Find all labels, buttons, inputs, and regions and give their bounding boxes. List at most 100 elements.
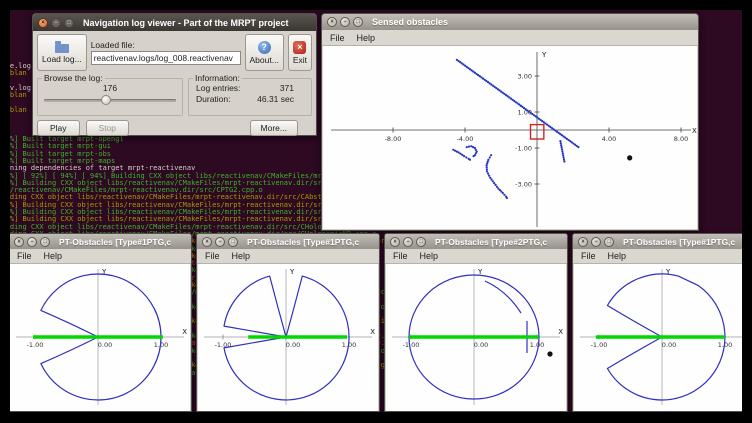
pt-plot-canvas: -1.000.001.00XY: [574, 264, 752, 410]
minimize-icon[interactable]: −: [51, 18, 61, 28]
obstacle-point: [627, 155, 632, 160]
minimize-icon[interactable]: −: [591, 237, 601, 247]
minimize-icon[interactable]: −: [27, 237, 37, 247]
pt-menubar: FileHelp: [197, 249, 379, 264]
svg-text:0.00: 0.00: [474, 341, 488, 349]
minimize-icon[interactable]: −: [340, 17, 350, 27]
letterbox-top: [0, 0, 752, 10]
svg-text:-1.00: -1.00: [515, 145, 532, 153]
window-title: PT-Obstacles [Type#1PTG,c: [623, 237, 735, 247]
svg-text:Y: Y: [289, 268, 295, 276]
svg-text:3.00: 3.00: [518, 73, 532, 81]
sensed-plot-area: -8.00-4.004.008.003.001.00-1.00-3.00XY: [323, 46, 697, 229]
svg-text:X: X: [692, 127, 697, 135]
browse-log-legend: Browse the log:: [42, 73, 105, 83]
exit-button[interactable]: × Exit: [288, 34, 312, 71]
folder-icon: [55, 44, 69, 53]
pt-menubar: FileHelp: [9, 249, 191, 264]
menu-file[interactable]: File: [200, 251, 225, 261]
pt-menubar: FileHelp: [573, 249, 752, 264]
information-legend: Information:: [193, 73, 242, 83]
maximize-icon[interactable]: □: [228, 237, 238, 247]
pt-obstacles-window: × − □ PT-Obstacles [Type#1PTG,c FileHelp…: [196, 233, 380, 412]
pt-obstacles-window: × − □ PT-Obstacles [Type#2PTG,c FileHelp…: [384, 233, 568, 412]
maximize-icon[interactable]: □: [416, 237, 426, 247]
pt-plot-area: -1.000.001.00XY: [10, 264, 190, 411]
pt-obstacles-row: × − □ PT-Obstacles [Type#1PTG,c FileHelp…: [0, 233, 752, 412]
menu-file[interactable]: File: [576, 251, 601, 261]
svg-text:-1.00: -1.00: [591, 341, 608, 349]
menu-help[interactable]: Help: [227, 251, 256, 261]
window-title: Navigation log viewer - Part of the MRPT…: [83, 18, 289, 28]
svg-text:1.00: 1.00: [530, 341, 544, 349]
minimize-icon[interactable]: −: [403, 237, 413, 247]
about-label: About...: [250, 55, 279, 65]
pt-plot-canvas: -1.000.001.00XY: [386, 264, 566, 410]
menu-help[interactable]: Help: [39, 251, 68, 261]
close-icon[interactable]: ×: [327, 17, 337, 27]
pt-obstacles-window: × − □ PT-Obstacles [Type#1PTG,c FileHelp…: [572, 233, 752, 412]
about-button[interactable]: ? About...: [245, 34, 284, 71]
sensed-obstacles-window: × − □ Sensed obstacles File Help -8.00-4…: [321, 13, 699, 231]
question-icon: ?: [258, 41, 271, 54]
stop-button[interactable]: Stop: [86, 120, 130, 136]
menu-help[interactable]: Help: [603, 251, 632, 261]
log-entries-label: Log entries:: [196, 83, 240, 94]
pt-titlebar[interactable]: × − □ PT-Obstacles [Type#1PTG,c: [9, 234, 191, 249]
close-icon[interactable]: ×: [202, 237, 212, 247]
svg-text:-1.00: -1.00: [215, 341, 232, 349]
pt-titlebar[interactable]: × − □ PT-Obstacles [Type#2PTG,c: [385, 234, 567, 249]
pt-menubar: FileHelp: [385, 249, 567, 264]
load-log-button[interactable]: Load log...: [37, 34, 87, 71]
pt-plot-canvas: -1.000.001.00XY: [198, 264, 378, 410]
pt-plot-canvas: -1.000.001.00XY: [10, 264, 190, 410]
maximize-icon[interactable]: □: [40, 237, 50, 247]
pt-titlebar[interactable]: × − □ PT-Obstacles [Type#1PTG,c: [573, 234, 752, 249]
play-button[interactable]: Play: [37, 120, 80, 136]
svg-text:X: X: [558, 328, 563, 336]
close-icon[interactable]: ×: [14, 237, 24, 247]
window-title: Sensed obstacles: [372, 17, 448, 27]
svg-text:0.00: 0.00: [98, 341, 112, 349]
menu-help[interactable]: Help: [352, 33, 381, 43]
maximize-icon[interactable]: □: [64, 18, 74, 28]
letterbox-left: [0, 0, 10, 423]
svg-text:X: X: [182, 328, 187, 336]
window-title: PT-Obstacles [Type#1PTG,c: [247, 237, 359, 247]
maximize-icon[interactable]: □: [604, 237, 614, 247]
menu-file[interactable]: File: [388, 251, 413, 261]
obstacle-point: [547, 351, 552, 356]
svg-text:X: X: [370, 328, 375, 336]
sensed-plot-canvas: -8.00-4.004.008.003.001.00-1.00-3.00XY: [323, 46, 697, 229]
menu-file[interactable]: File: [325, 33, 350, 43]
pt-titlebar[interactable]: × − □ PT-Obstacles [Type#1PTG,c: [197, 234, 379, 249]
navlog-body: Load log... Loaded file: ? About... × Ex…: [33, 31, 316, 140]
svg-text:8.00: 8.00: [674, 135, 688, 143]
pt-plot-area: -1.000.001.00XY: [574, 264, 752, 411]
log-position-slider[interactable]: [44, 94, 176, 107]
menu-file[interactable]: File: [12, 251, 37, 261]
exit-icon: ×: [293, 41, 306, 54]
loaded-file-input[interactable]: [91, 51, 241, 65]
minimize-icon[interactable]: −: [215, 237, 225, 247]
letterbox-right: [742, 0, 752, 423]
maximize-icon[interactable]: □: [353, 17, 363, 27]
slider-handle[interactable]: [101, 95, 111, 105]
loaded-file-label: Loaded file:: [91, 40, 241, 50]
svg-text:-3.00: -3.00: [515, 181, 532, 189]
navlog-viewer-window: × − □ Navigation log viewer - Part of th…: [32, 13, 317, 136]
window-title: PT-Obstacles [Type#1PTG,c: [59, 237, 171, 247]
slider-value: 176: [42, 83, 178, 93]
navlog-titlebar[interactable]: × − □ Navigation log viewer - Part of th…: [33, 14, 316, 31]
close-icon[interactable]: ×: [390, 237, 400, 247]
load-log-label: Load log...: [42, 54, 82, 64]
pt-plot-area: -1.000.001.00XY: [198, 264, 378, 411]
pt-obstacles-window: × − □ PT-Obstacles [Type#1PTG,c FileHelp…: [8, 233, 192, 412]
close-icon[interactable]: ×: [38, 18, 48, 28]
menu-help[interactable]: Help: [415, 251, 444, 261]
close-icon[interactable]: ×: [578, 237, 588, 247]
more-button[interactable]: More...: [250, 120, 298, 136]
sensed-titlebar[interactable]: × − □ Sensed obstacles: [322, 14, 698, 30]
duration-label: Duration:: [196, 94, 231, 105]
exit-label: Exit: [293, 55, 307, 65]
